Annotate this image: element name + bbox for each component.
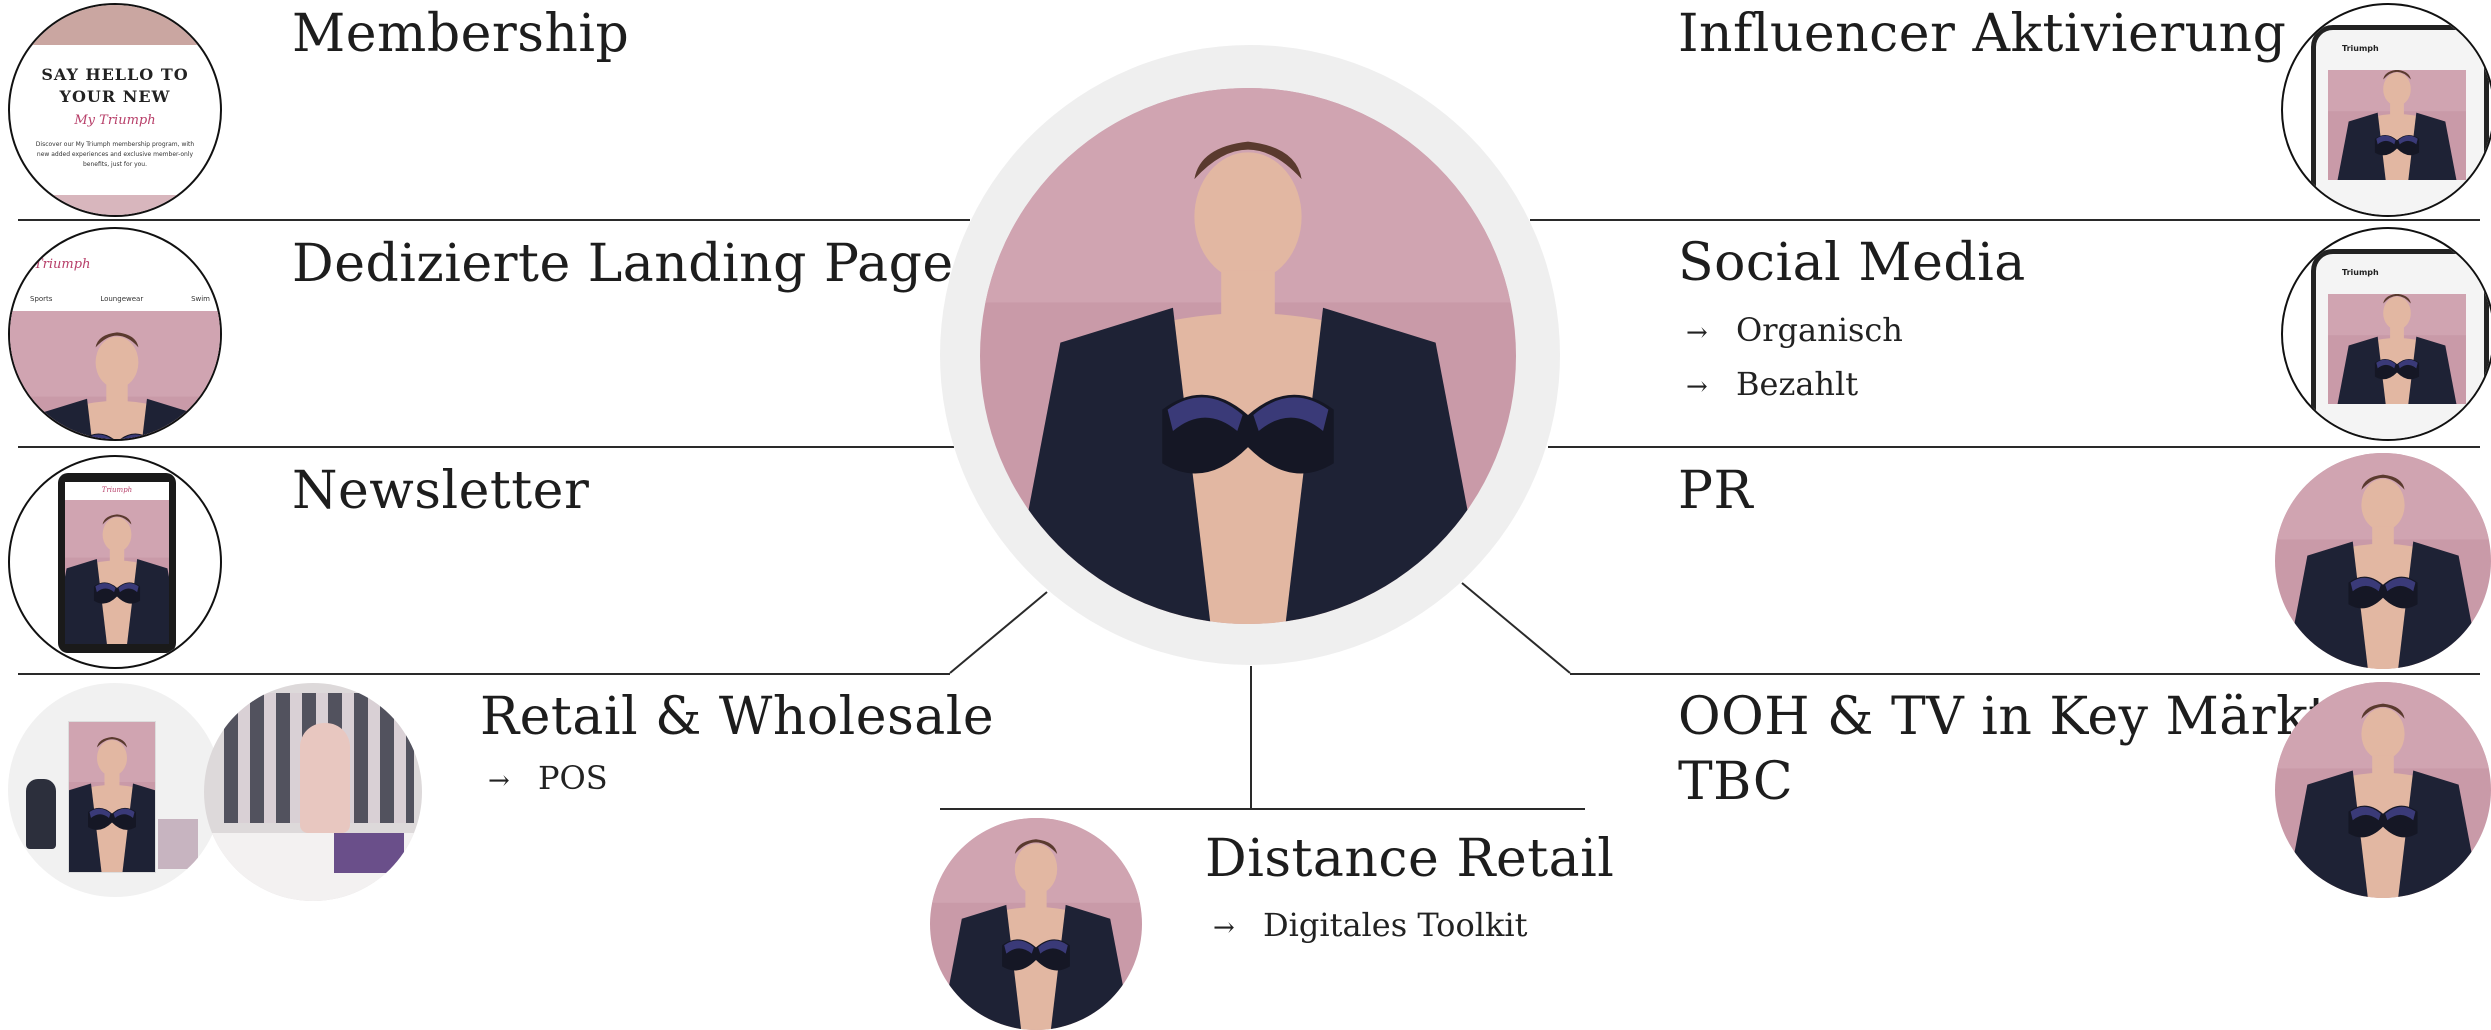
pr-title: PR <box>1678 461 1754 521</box>
newsletter-title: Newsletter <box>292 461 590 521</box>
membership-body-1: Discover our My Triumph membership progr… <box>35 141 195 148</box>
landing-nav-loungewear: Loungewear <box>100 295 144 303</box>
retail-wholesale-title: Retail & Wholesale <box>480 687 995 747</box>
membership-title: Membership <box>292 4 630 64</box>
arrow-icon: → <box>1213 913 1235 943</box>
landing-page-thumbnail: Triumph Sports Loungewear Swim <box>8 227 222 441</box>
social-sub-organisch-label: Organisch <box>1736 311 1903 349</box>
influencer-thumbnail: Triumph <box>2281 3 2491 217</box>
social-sub-organisch: → Organisch <box>1686 310 1903 353</box>
tablet-brand: Triumph <box>101 486 133 494</box>
social-media-thumbnail: Triumph <box>2281 227 2491 441</box>
distance-sub-toolkit: → Digitales Toolkit <box>1213 905 1527 948</box>
retail-wall-thumbnail <box>204 683 422 901</box>
retail-store-thumbnail <box>8 683 222 897</box>
landing-brand: Triumph <box>34 257 91 272</box>
landing-page-title: Dedizierte Landing Page <box>292 234 954 294</box>
phone-device-icon: Triumph <box>2311 249 2489 439</box>
retail-sub-pos: → POS <box>488 758 608 801</box>
arrow-icon: → <box>1686 372 1708 402</box>
arrow-icon: → <box>1686 318 1708 348</box>
retail-sub-pos-label: POS <box>538 759 608 797</box>
influencer-brand: Triumph <box>2342 44 2379 53</box>
newsletter-thumbnail: Triumph <box>8 455 222 669</box>
membership-headline-1: SAY HELLO TO <box>41 65 189 84</box>
social-media-title: Social Media <box>1678 233 2026 293</box>
membership-headline-2: YOUR NEW <box>59 87 171 106</box>
social-brand: Triumph <box>2342 268 2379 277</box>
arrow-icon: → <box>488 766 510 796</box>
ooh-tv-thumbnail <box>2275 682 2491 898</box>
influencer-title: Influencer Aktivierung <box>1678 4 2287 64</box>
social-sub-bezahlt: → Bezahlt <box>1686 364 1858 407</box>
center-hub-image <box>980 88 1516 624</box>
phone-device-icon: Triumph <box>2311 25 2489 215</box>
ooh-tv-tbc: TBC <box>1678 752 1794 812</box>
pr-thumbnail <box>2275 453 2491 669</box>
distance-retail-title: Distance Retail <box>1205 829 1615 889</box>
membership-body-2: new added experiences and exclusive memb… <box>36 151 194 158</box>
tablet-device-icon: Triumph <box>58 473 176 653</box>
distance-retail-thumbnail <box>930 818 1142 1030</box>
social-sub-bezahlt-label: Bezahlt <box>1736 365 1859 403</box>
distance-sub-toolkit-label: Digitales Toolkit <box>1263 906 1528 944</box>
landing-nav-swim: Swim <box>191 295 210 303</box>
membership-body-3: benefits, just for you. <box>82 161 147 168</box>
membership-brand: My Triumph <box>74 113 156 128</box>
membership-thumbnail: SAY HELLO TO YOUR NEW My Triumph Discove… <box>8 3 222 217</box>
landing-nav-sports: Sports <box>30 295 53 303</box>
